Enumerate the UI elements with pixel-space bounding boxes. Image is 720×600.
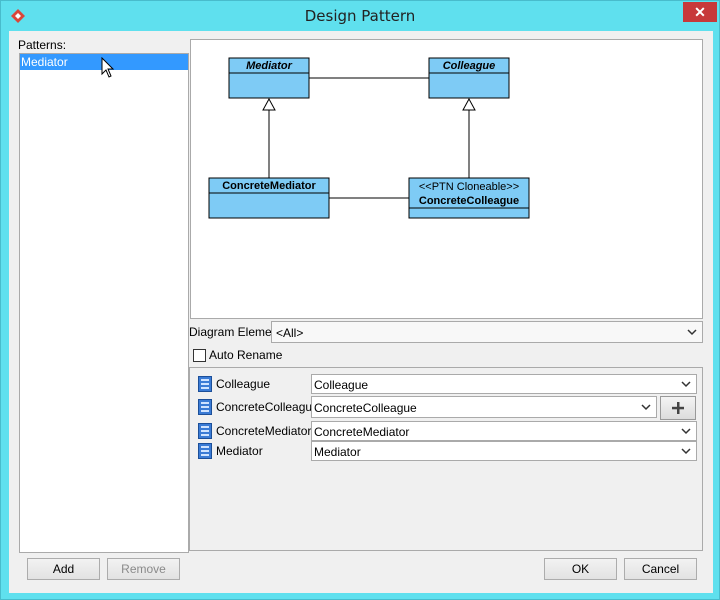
patterns-list[interactable]: Mediator	[19, 53, 189, 553]
pattern-parameters-panel: Colleague Colleague ConcreteColleague Co…	[189, 367, 703, 551]
class-model-icon	[198, 423, 212, 439]
parameter-name: Mediator	[216, 444, 263, 458]
class-model-icon	[198, 443, 212, 459]
title-bar: Design Pattern ✕	[1, 1, 719, 31]
chevron-down-icon	[641, 404, 651, 411]
class-name-concrete-colleague: ConcreteColleague	[419, 195, 519, 207]
parameter-row-mediator: Mediator Mediator	[190, 440, 702, 462]
generalization-arrow-icon	[462, 97, 476, 111]
class-concrete-mediator[interactable]: ConcreteMediator	[208, 177, 330, 219]
ok-button[interactable]: OK	[544, 558, 617, 580]
parameter-value-select[interactable]: ConcreteMediator	[311, 421, 697, 441]
diagram-element-value: <All>	[276, 326, 304, 340]
mouse-cursor-icon	[101, 57, 115, 78]
parameter-name: ConcreteColleague	[216, 400, 319, 414]
parameter-value: Colleague	[314, 378, 369, 392]
parameter-value: ConcreteColleague	[314, 401, 417, 415]
close-icon: ✕	[694, 3, 706, 20]
cancel-button[interactable]: Cancel	[624, 558, 697, 580]
parameter-row-colleague: Colleague Colleague	[190, 373, 702, 395]
chevron-down-icon	[681, 381, 691, 388]
parameter-row-concrete-colleague: ConcreteColleague ConcreteColleague	[190, 396, 702, 420]
close-button[interactable]: ✕	[683, 2, 717, 22]
remove-button[interactable]: Remove	[107, 558, 180, 580]
add-parameter-button[interactable]	[660, 396, 696, 420]
design-pattern-dialog: Design Pattern ✕ Patterns: Mediator Medi…	[0, 0, 720, 600]
diagram-element-select[interactable]: <All>	[271, 321, 703, 343]
window-title: Design Pattern	[304, 7, 416, 25]
class-name-colleague: Colleague	[443, 60, 496, 72]
auto-rename-checkbox[interactable]	[193, 349, 206, 362]
class-model-icon	[198, 376, 212, 392]
auto-rename-label: Auto Rename	[209, 348, 283, 362]
parameter-name: Colleague	[216, 377, 271, 391]
parameter-value: ConcreteMediator	[314, 425, 410, 439]
plus-icon	[672, 402, 684, 414]
class-colleague[interactable]: Colleague	[428, 57, 510, 99]
class-name-mediator: Mediator	[246, 60, 293, 72]
pattern-diagram-canvas[interactable]: Mediator Colleague ConcreteMediator <<PT…	[190, 39, 703, 319]
parameter-row-concrete-mediator: ConcreteMediator ConcreteMediator	[190, 420, 702, 442]
diagram-element-label: Diagram Element	[189, 325, 282, 339]
patterns-label: Patterns:	[18, 38, 67, 52]
chevron-down-icon	[681, 448, 691, 455]
class-model-icon	[198, 399, 212, 415]
class-name-concrete-mediator: ConcreteMediator	[222, 180, 316, 192]
add-button[interactable]: Add	[27, 558, 100, 580]
class-mediator[interactable]: Mediator	[228, 57, 310, 99]
parameter-value-select[interactable]: Colleague	[311, 374, 697, 394]
chevron-down-icon	[681, 428, 691, 435]
class-concrete-colleague[interactable]: <<PTN Cloneable>> ConcreteColleague	[408, 177, 530, 219]
dialog-body: Patterns: Mediator Mediator Colleague Co…	[9, 31, 713, 593]
parameter-value: Mediator	[314, 445, 361, 459]
chevron-down-icon	[687, 329, 697, 336]
parameter-value-select[interactable]: ConcreteColleague	[311, 396, 657, 418]
class-stereotype-concrete-colleague: <<PTN Cloneable>>	[419, 181, 519, 193]
parameter-value-select[interactable]: Mediator	[311, 441, 697, 461]
generalization-arrow-icon	[262, 97, 276, 111]
class-diagram: Mediator Colleague ConcreteMediator <<PT…	[208, 57, 530, 219]
parameter-name: ConcreteMediator	[216, 424, 312, 438]
